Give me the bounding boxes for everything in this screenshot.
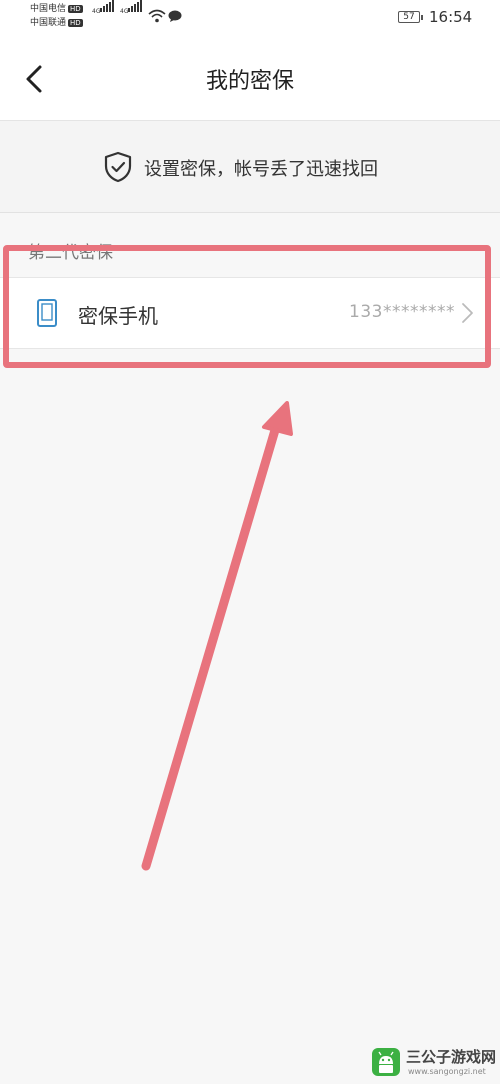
watermark-url: www.sangongzi.net — [408, 1067, 486, 1076]
banner-text: 设置密保，帐号丢了迅速找回 — [144, 159, 378, 180]
hd-badge: HD — [68, 4, 83, 13]
security-banner: 设置密保，帐号丢了迅速找回 — [0, 121, 500, 213]
clock: 16:54 — [429, 8, 473, 26]
message-icon — [168, 10, 182, 22]
nav-header: 我的密保 — [0, 36, 500, 121]
battery-icon: 57 — [398, 11, 423, 23]
carrier-1: 中国电信 HD — [30, 4, 83, 14]
watermark-name: 三公子游戏网 — [406, 1048, 497, 1066]
hd-badge-2: HD — [68, 18, 83, 27]
annotation-highlight-box — [3, 245, 491, 368]
watermark: 三公子游戏网 www.sangongzi.net — [370, 1040, 500, 1084]
status-bar: 中国电信 HD 中国联通 HD 4G 4G 57 16:54 — [0, 0, 500, 36]
carrier-2-label: 中国联通 — [30, 18, 67, 28]
carrier-1-label: 中国电信 — [30, 4, 67, 14]
carrier-2: 中国联通 HD — [30, 18, 83, 28]
android-logo-icon — [372, 1048, 400, 1076]
wifi-icon — [148, 9, 166, 23]
shield-check-icon — [104, 151, 132, 183]
page-title: 我的密保 — [205, 69, 294, 94]
